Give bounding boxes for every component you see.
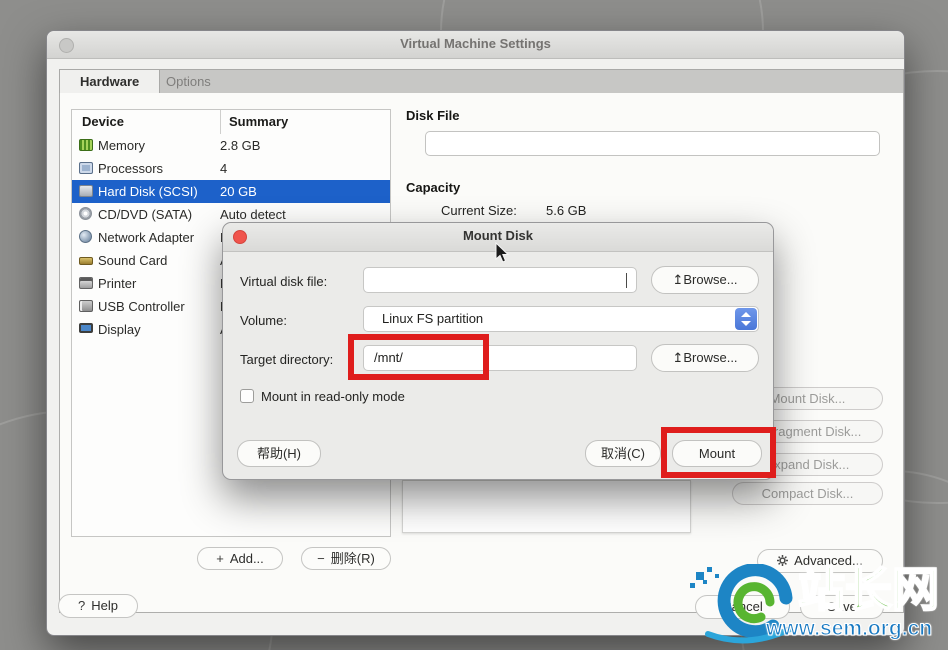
volume-selected-value: Linux FS partition [382,311,484,326]
capacity-heading: Capacity [406,180,461,195]
disk-file-heading: Disk File [406,108,460,123]
device-summary: 4 [220,161,228,176]
annotation-target-directory [348,334,489,380]
device-name: Hard Disk (SCSI) [98,184,198,199]
dialog-cancel-button[interactable]: 取消(C) [585,440,661,467]
remove-button[interactable]: − 删除(R) [301,547,391,570]
virtual-disk-file-input[interactable] [363,267,637,293]
compact-disk-button[interactable]: Compact Disk... [732,482,883,505]
device-name: Printer [98,276,137,291]
tab-options[interactable]: Options [146,70,231,93]
mouse-cursor-icon [495,241,510,266]
device-summary: 2.8 GB [220,138,261,153]
plus-icon: + [216,551,224,566]
titlebar[interactable]: Virtual Machine Settings [47,31,904,59]
annotation-mount-button [661,427,776,478]
gear-icon [777,553,789,568]
readonly-checkbox-label: Mount in read-only mode [261,389,405,404]
memory-icon [79,139,93,151]
device-name: USB Controller [98,299,185,314]
readonly-checkbox[interactable] [240,389,254,403]
remove-button-label: 删除(R) [330,551,375,566]
help-button[interactable]: ? Help [58,594,138,618]
tab-strip: Hardware Options [59,69,904,94]
hard-disk-icon [79,185,93,197]
summary-column-header: Summary [220,110,288,134]
usb-controller-icon [79,300,93,312]
cd-dvd-icon [79,207,92,220]
cancel-button[interactable]: Cancel [695,595,790,619]
upload-icon: ↥ [672,350,684,365]
network-adapter-icon [79,230,92,243]
table-row-processors[interactable]: Processors 4 [72,157,390,180]
current-size-value: 5.6 GB [546,203,587,218]
volume-label: Volume: [240,313,287,328]
printer-icon [79,277,93,289]
advanced-button[interactable]: Advanced... [757,549,883,573]
desktop: Virtual Machine Settings Hardware Option… [0,0,948,650]
display-icon [79,323,93,333]
volume-select[interactable]: Linux FS partition [363,306,759,332]
cancel-button-label: Cancel [722,599,763,614]
add-button[interactable]: + Add... [197,547,283,570]
dialog-title: Mount Disk [462,228,534,243]
browse-target-directory-button[interactable]: ↥Browse... [651,344,759,372]
add-button-label: Add... [229,551,264,566]
minus-icon: − [317,551,325,566]
save-button[interactable]: Save [800,595,884,619]
device-name: CD/DVD (SATA) [98,207,193,222]
disk-file-input[interactable] [425,131,880,156]
device-name: Display [98,322,141,337]
disk-info-panel [402,480,691,533]
advanced-button-label: Advanced... [794,553,863,568]
help-button-label: Help [91,598,118,613]
table-row-hard-disk[interactable]: Hard Disk (SCSI) 20 GB [72,180,390,203]
device-name: Processors [98,161,164,176]
browse-button-label: Browse... [683,272,738,287]
text-caret [626,273,627,288]
device-column-header: Device [82,114,124,129]
target-directory-label: Target directory: [240,352,334,367]
current-size-label: Current Size: [441,203,517,218]
dialog-help-button[interactable]: 帮助(H) [237,440,321,467]
processors-icon [79,162,93,174]
question-icon: ? [78,598,86,613]
window-title: Virtual Machine Settings [400,36,551,51]
device-name: Memory [98,138,145,153]
sound-card-icon [79,257,93,265]
table-row-memory[interactable]: Memory 2.8 GB [72,134,390,157]
chevron-up-down-icon[interactable] [735,308,757,330]
save-button-label: Save [827,599,857,614]
browse-virtual-disk-button[interactable]: ↥Browse... [651,266,759,294]
device-summary: 20 GB [220,184,257,199]
browse-button-label: Browse... [683,350,738,365]
upload-icon: ↥ [672,272,684,287]
device-name: Network Adapter [98,230,195,245]
device-name: Sound Card [98,253,168,268]
device-table-header: Device Summary [72,110,390,134]
virtual-disk-file-label: Virtual disk file: [240,274,328,289]
